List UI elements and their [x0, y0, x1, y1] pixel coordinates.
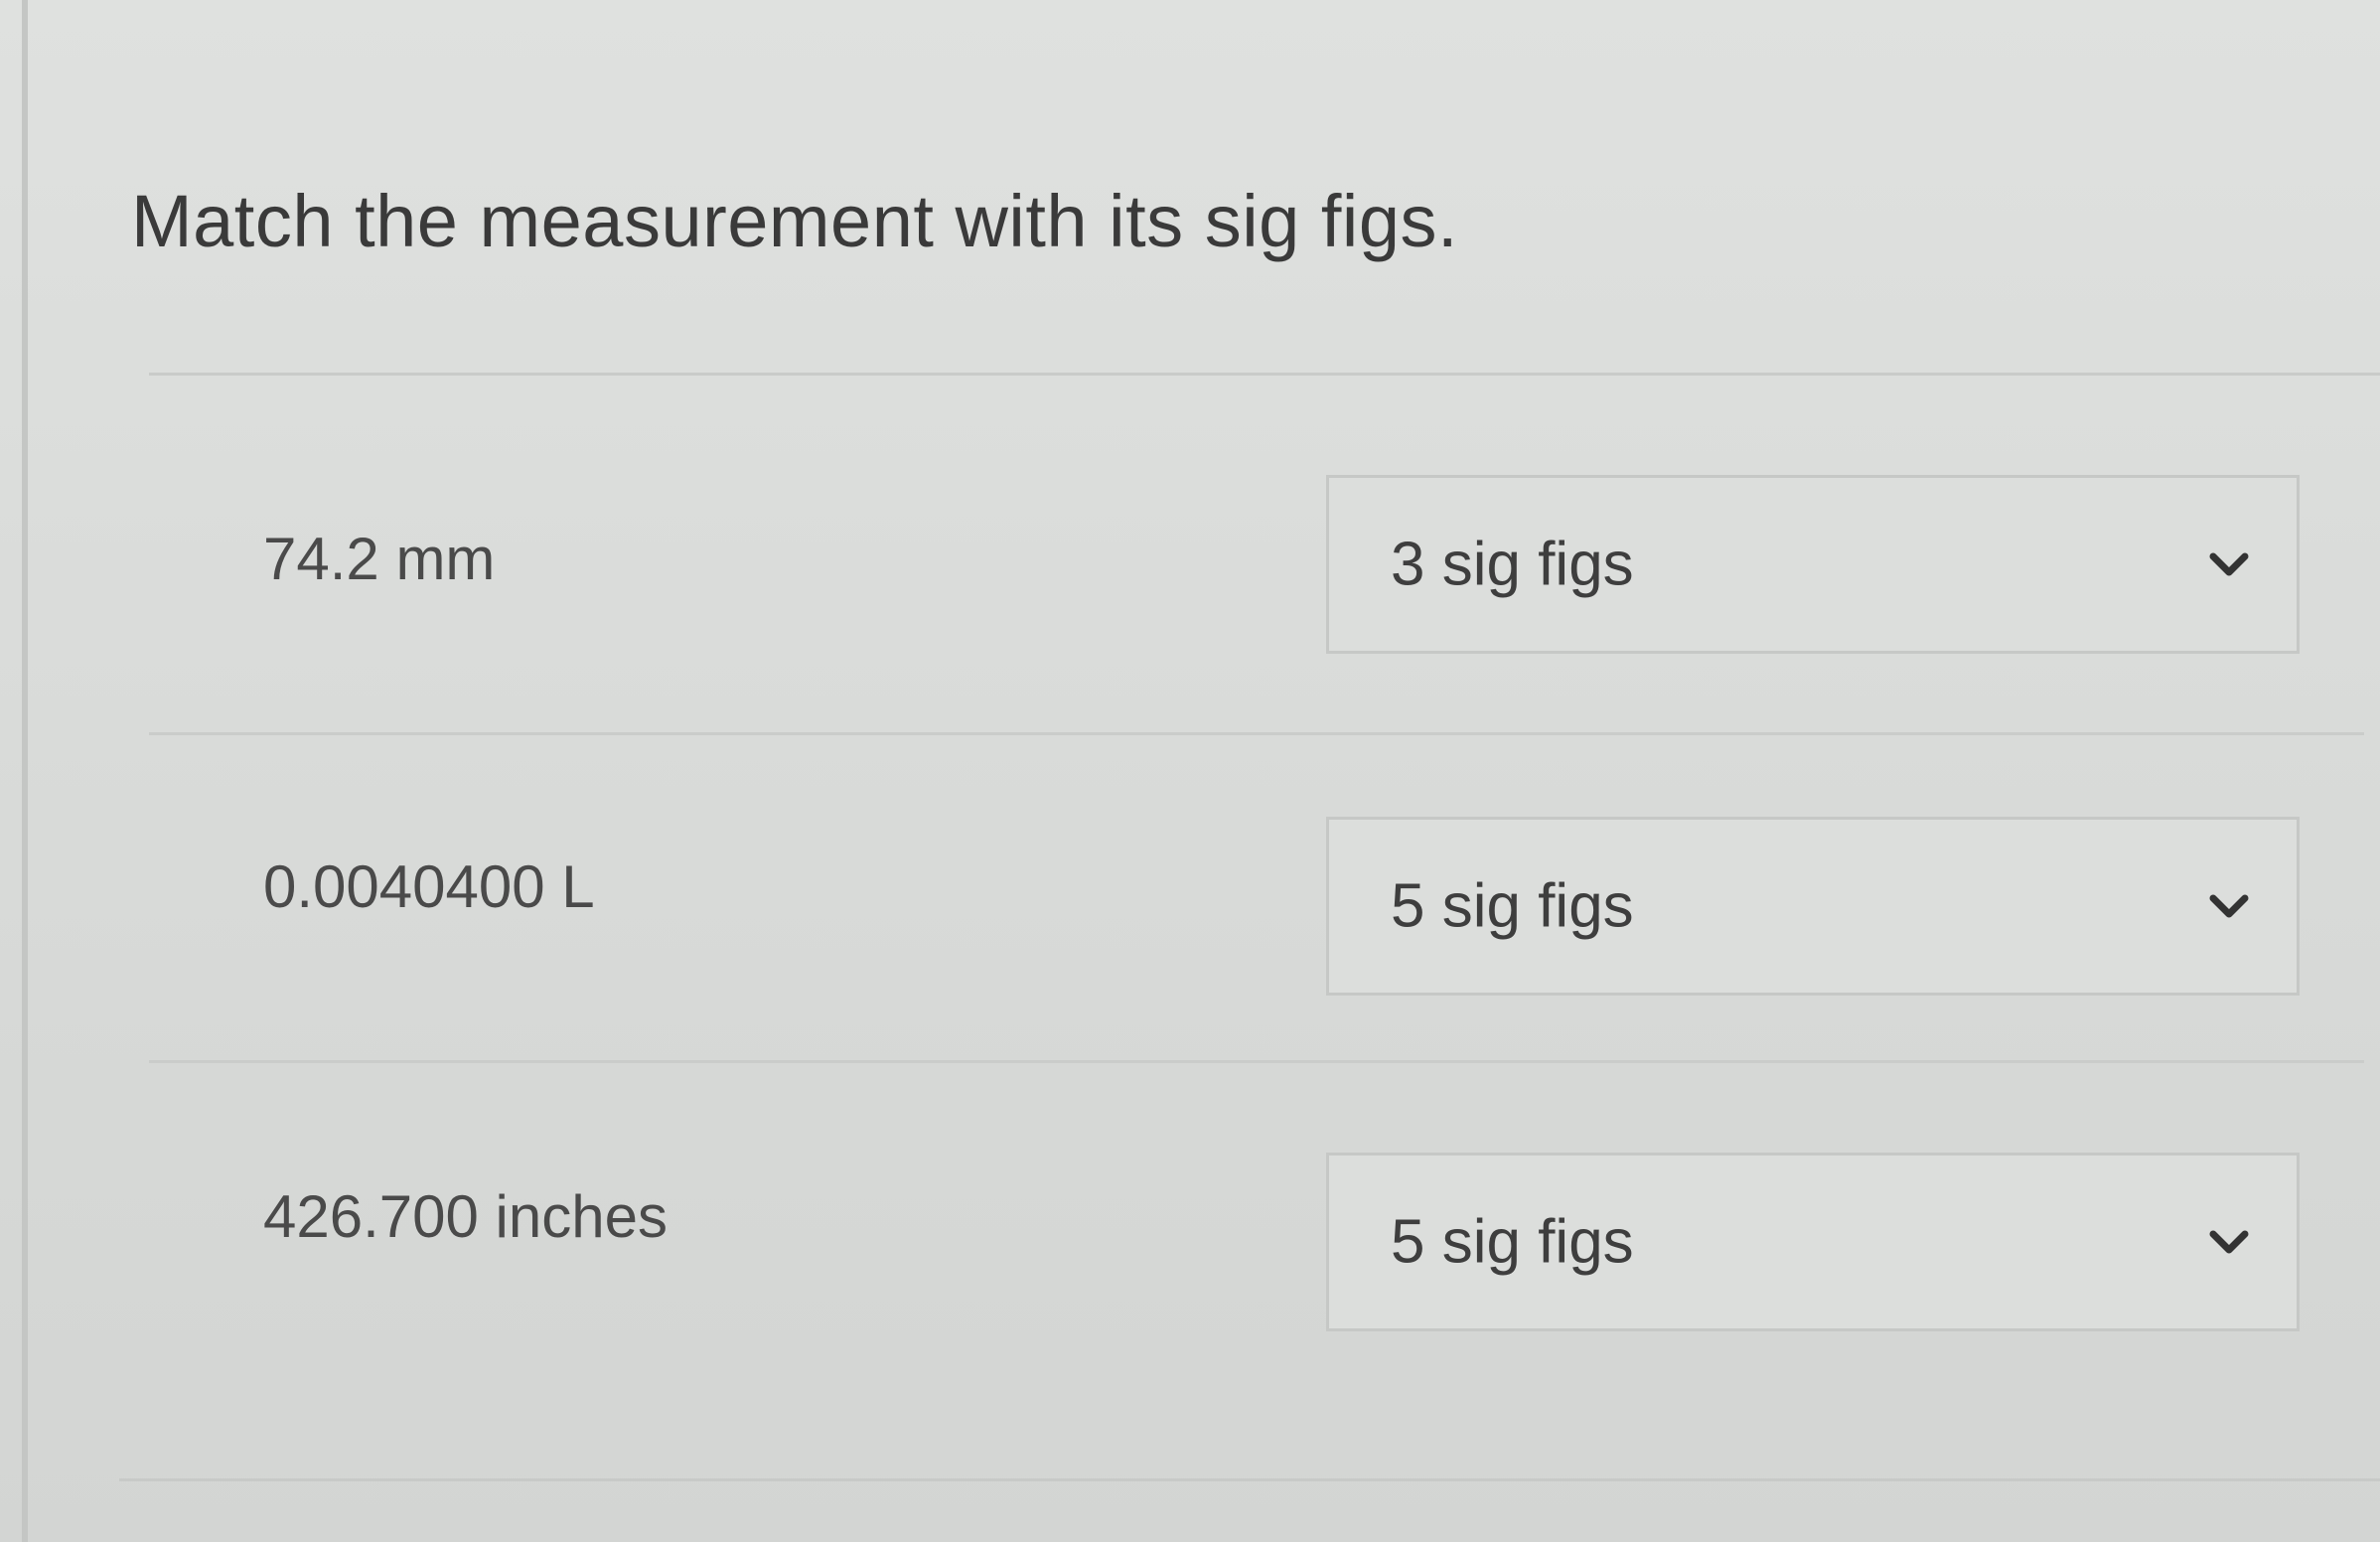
measurement-label: 426.700 inches [263, 1183, 668, 1250]
left-border [22, 0, 28, 1542]
page: Match the measurement with its sig figs.… [0, 0, 2380, 1542]
match-row: 426.700 inches 5 sig figs [149, 1063, 2334, 1391]
sig-figs-select[interactable]: 5 sig figs [1326, 817, 2300, 996]
divider [149, 373, 2380, 376]
sig-figs-select[interactable]: 5 sig figs [1326, 1153, 2300, 1331]
question-card: Match the measurement with its sig figs.… [89, 40, 2380, 1510]
select-value: 5 sig figs [1391, 871, 1634, 941]
select-value: 5 sig figs [1391, 1207, 1634, 1277]
question-title: Match the measurement with its sig figs. [131, 180, 1459, 262]
match-row: 74.2 mm 3 sig figs [149, 407, 2364, 735]
select-value: 3 sig figs [1391, 530, 1634, 599]
measurement-label: 74.2 mm [263, 526, 496, 592]
chevron-down-icon [2209, 552, 2249, 576]
sig-figs-select[interactable]: 3 sig figs [1326, 475, 2300, 654]
measurement-label: 0.0040400 L [263, 853, 595, 920]
chevron-down-icon [2209, 1230, 2249, 1254]
match-row: 0.0040400 L 5 sig figs [149, 735, 2364, 1063]
bottom-divider [119, 1478, 2380, 1481]
chevron-down-icon [2209, 894, 2249, 918]
